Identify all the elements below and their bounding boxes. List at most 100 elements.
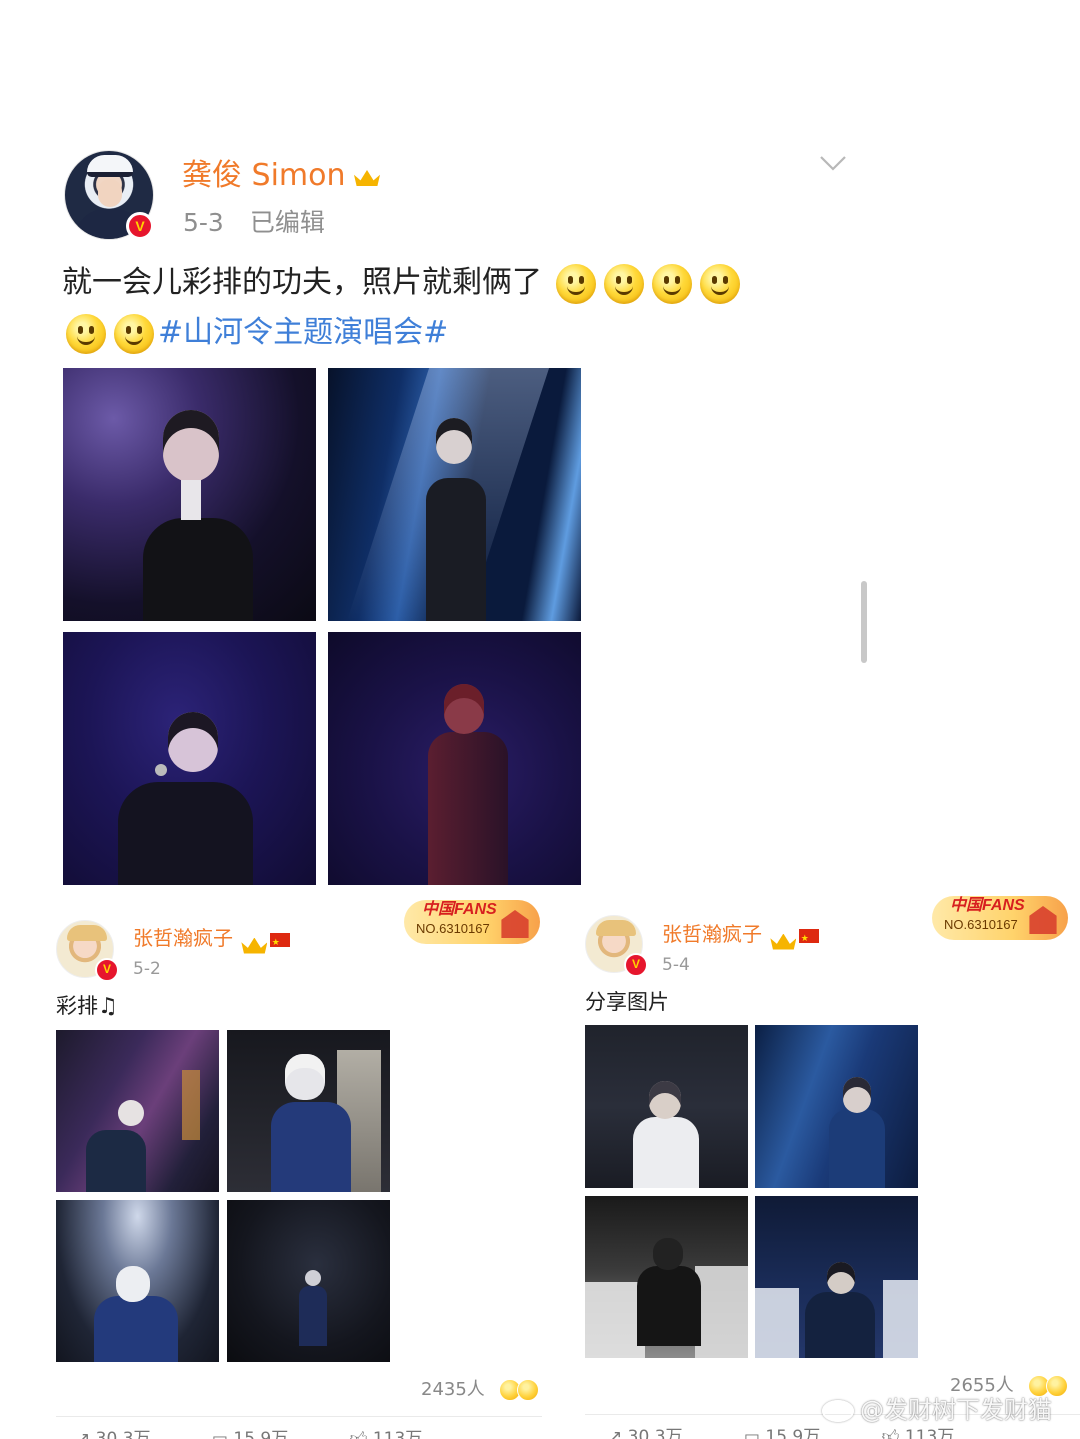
like-action[interactable]: 👍︎ 113万 bbox=[882, 1426, 955, 1439]
verified-badge-icon: V bbox=[126, 212, 154, 240]
post-date: 5-3 bbox=[183, 208, 224, 237]
repost-count: 30.3万 bbox=[627, 1427, 683, 1439]
photo-figure-head bbox=[436, 418, 472, 464]
repost-photo-1[interactable] bbox=[56, 1030, 219, 1192]
repost-photo-1[interactable] bbox=[585, 1025, 748, 1188]
photo-figure-head bbox=[168, 712, 218, 772]
photo-lantern bbox=[182, 1070, 200, 1140]
photo-figure-head bbox=[649, 1081, 681, 1119]
china-flag-icon bbox=[269, 930, 290, 956]
like-count: 113万 bbox=[904, 1427, 955, 1439]
repost-photo-3[interactable] bbox=[56, 1200, 219, 1362]
repost-photo-4[interactable] bbox=[227, 1200, 390, 1362]
photo-figure bbox=[633, 1117, 699, 1188]
photo-figure-head bbox=[285, 1054, 325, 1100]
photo-figure bbox=[271, 1102, 351, 1192]
avatar-cap bbox=[87, 155, 133, 177]
photo-railing bbox=[755, 1288, 799, 1358]
crown-icon bbox=[352, 162, 382, 188]
smile-icon bbox=[603, 263, 644, 304]
photo-figure bbox=[805, 1292, 875, 1358]
photo-figure bbox=[428, 732, 508, 885]
photo-figure-head bbox=[118, 1100, 144, 1126]
repost-photo-2[interactable] bbox=[227, 1030, 390, 1192]
like-count: 113万 bbox=[372, 1429, 423, 1439]
crown-icon bbox=[768, 926, 792, 946]
post-photo-3[interactable] bbox=[63, 632, 316, 885]
post-photo-4[interactable] bbox=[328, 632, 581, 885]
repost-author-name[interactable]: 张哲瀚疯子 bbox=[133, 925, 290, 956]
fans-badge-title: 中国FANS bbox=[422, 901, 497, 918]
crown-icon bbox=[239, 930, 263, 950]
repost-photo-2[interactable] bbox=[755, 1025, 918, 1188]
avatar-hat bbox=[596, 920, 636, 936]
verified-badge-icon: V bbox=[624, 953, 648, 977]
post-photo-1[interactable] bbox=[63, 368, 316, 621]
fans-badge-number: NO.6310167 bbox=[944, 917, 1018, 932]
chevron-down-icon[interactable] bbox=[818, 148, 848, 178]
reaction-count: 2435人 bbox=[421, 1378, 539, 1402]
smile-icon bbox=[699, 263, 740, 304]
repost-text: 分享图片 bbox=[585, 990, 669, 1014]
reaction-count-label: 2655人 bbox=[950, 1375, 1014, 1396]
post-text-content: 就一会儿彩排的功夫，照片就剩俩了 bbox=[62, 265, 542, 300]
photo-railing bbox=[883, 1280, 918, 1358]
photo-figure bbox=[143, 518, 253, 621]
repost-date: 5-2 bbox=[133, 959, 161, 979]
post-photo-2[interactable] bbox=[328, 368, 581, 621]
photo-figure-head bbox=[843, 1077, 871, 1113]
reaction-count-label: 2435人 bbox=[421, 1379, 485, 1400]
card-divider bbox=[56, 1416, 542, 1417]
like-action[interactable]: 👍︎ 113万 bbox=[350, 1428, 423, 1439]
photo-figure bbox=[299, 1286, 327, 1346]
action-row: ↗ 30.3万 ▭ 15.9万 👍︎ 113万 bbox=[76, 1428, 478, 1439]
avatar-hat bbox=[67, 925, 107, 941]
author-name[interactable]: 龚俊 Simon bbox=[182, 158, 346, 194]
post-text: 就一会儿彩排的功夫，照片就剩俩了 #山河令主题演唱会# bbox=[62, 258, 822, 358]
photo-shirt bbox=[181, 480, 201, 520]
verified-badge-icon: V bbox=[95, 958, 119, 982]
comment-action[interactable]: ▭ 15.9万 bbox=[744, 1426, 820, 1439]
scrollbar[interactable] bbox=[861, 581, 867, 663]
hashtag-link[interactable]: #山河令主题演唱会# bbox=[158, 315, 448, 350]
comment-count: 15.9万 bbox=[233, 1429, 289, 1439]
china-flag-icon bbox=[798, 926, 819, 952]
repost-author-label: 张哲瀚疯子 bbox=[133, 926, 233, 950]
photo-figure-head bbox=[305, 1270, 321, 1286]
repost-date: 5-4 bbox=[662, 955, 690, 975]
repost-text-content: 彩排 bbox=[56, 994, 98, 1018]
photo-railing bbox=[695, 1266, 748, 1358]
repost-count: 30.3万 bbox=[95, 1429, 151, 1439]
photo-railing bbox=[585, 1282, 645, 1358]
photo-figure bbox=[86, 1130, 146, 1192]
watermark-text: @发财树下发财猫 bbox=[860, 1396, 1052, 1424]
photo-figure-head bbox=[116, 1266, 150, 1302]
photo-figure bbox=[426, 478, 486, 621]
photo-figure bbox=[94, 1296, 178, 1362]
post-text-line2: #山河令主题演唱会# bbox=[62, 308, 822, 358]
music-note-icon: ♫ bbox=[98, 994, 118, 1019]
photo-figure bbox=[829, 1109, 885, 1188]
avatar-face bbox=[98, 179, 122, 207]
repost-action[interactable]: ↗ 30.3万 bbox=[76, 1428, 151, 1439]
comment-action[interactable]: ▭ 15.9万 bbox=[212, 1428, 288, 1439]
fans-badge-number: NO.6310167 bbox=[416, 921, 490, 936]
repost-action[interactable]: ↗ 30.3万 bbox=[608, 1426, 683, 1439]
smile-icon bbox=[555, 263, 596, 304]
comment-count: 15.9万 bbox=[765, 1427, 821, 1439]
fans-badge[interactable]: 中国FANS NO.6310167 bbox=[932, 896, 1068, 940]
smile-icon bbox=[66, 313, 106, 354]
edited-label[interactable]: 已编辑 bbox=[250, 208, 325, 237]
photo-mic bbox=[155, 764, 167, 776]
post-meta: 5-3 已编辑 bbox=[183, 206, 325, 240]
repost-photo-4[interactable] bbox=[755, 1196, 918, 1358]
repost-text: 彩排♫ bbox=[56, 992, 118, 1021]
photo-figure-head bbox=[653, 1238, 683, 1270]
gate-icon bbox=[501, 910, 529, 938]
smile-icon bbox=[114, 313, 154, 354]
repost-author-label: 张哲瀚疯子 bbox=[662, 922, 762, 946]
repost-photo-3[interactable] bbox=[585, 1196, 748, 1358]
weibo-logo-icon bbox=[822, 1400, 854, 1422]
repost-author-name[interactable]: 张哲瀚疯子 bbox=[662, 921, 819, 952]
fans-badge[interactable]: 中国FANS NO.6310167 bbox=[404, 900, 540, 944]
